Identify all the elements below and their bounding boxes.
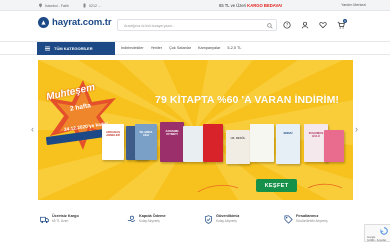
feature-subtitle: 65 TL Üzeri (52, 219, 69, 224)
truck-icon (40, 216, 49, 224)
book-cover[interactable] (250, 124, 274, 162)
search-icon[interactable] (267, 22, 273, 29)
book-cover[interactable]: İSLAMDA AİLE (135, 124, 157, 160)
banner-headline: 79 KİTAPTA %60 'A VARAN İNDİRİM! (155, 94, 340, 106)
shipping-prefix: 65 TL ve Üzeri (219, 2, 246, 8)
hand-money-icon (127, 215, 136, 223)
logo-mark-icon (38, 17, 49, 28)
campaign-banner[interactable]: Muhteşem 2 hafta 24.12.2020'ye kadar 79 … (38, 60, 353, 200)
site-logo[interactable]: hayrat.com.tr (38, 17, 112, 28)
feature-title: Fırsatlarımız (296, 214, 319, 218)
feature-security: Güvenlikimiz Kolay Alışveriş (204, 214, 239, 224)
nav-link-campaigns[interactable]: Kampanyalar (198, 46, 220, 50)
feature-title: Kapıda Ödeme (139, 214, 166, 218)
book-title: İSLAMDA AİLE (139, 130, 153, 138)
book-title: EDDAİ (283, 131, 293, 135)
book-cover[interactable]: HZ. RESÛL (226, 130, 250, 164)
feature-subtitle: Sürdürülebilir Alışveriş (296, 219, 328, 224)
feature-title: Ücretsiz Kargo (52, 214, 79, 218)
recaptcha-icon (380, 227, 388, 235)
phone-link[interactable]: 0212 ... (82, 3, 101, 8)
search-input[interactable]: Aradığınız ürünü buraya yazın... (117, 19, 277, 31)
support-icon[interactable]: ? (283, 21, 291, 29)
book-cover[interactable]: ZAMANIN KIYMETİ (160, 122, 184, 162)
feature-opportunities: Fırsatlarımız Sürdürülebilir Alışveriş (284, 214, 328, 224)
help-center-text: Yardım Merkezi (341, 3, 366, 7)
book-cover[interactable] (324, 130, 344, 162)
all-categories-button[interactable]: TÜM KATEGORİLER (37, 42, 115, 55)
feature-free-shipping: Ücretsiz Kargo 65 TL Üzeri (40, 214, 79, 224)
book-cover[interactable] (183, 126, 205, 162)
book-cover[interactable]: EDDAİ (276, 124, 300, 164)
book-title: ARKADAŞ ANNELER (106, 130, 120, 138)
main-navigation: TÜM KATEGORİLER İndirimdekiler Yeniler Ç… (0, 41, 390, 55)
tag-icon (284, 215, 293, 224)
all-categories-label: TÜM KATEGORİLER (54, 46, 93, 51)
shield-icon (204, 215, 213, 224)
discover-button[interactable]: KEŞFET (256, 179, 297, 192)
location-pin-icon (39, 3, 42, 8)
svg-text:?: ? (286, 23, 288, 28)
nav-link-new[interactable]: Yeniler (151, 46, 162, 50)
recaptcha-text: Google Gizlilik - Koşullar (367, 236, 386, 242)
feature-cash-on-delivery: Kapıda Ödeme Kolay Alışveriş (127, 214, 166, 224)
book-title: HZ. RESÛL (230, 135, 246, 140)
feature-title: Güvenlikimiz (216, 214, 240, 218)
shipping-highlight: KARGO BEDAVA! (247, 2, 283, 8)
book-cover[interactable] (203, 124, 223, 162)
nav-link-cheap[interactable]: 5-2,5 TL (227, 46, 241, 50)
book-cover[interactable]: ARKADAŞ ANNELER (102, 124, 124, 160)
nav-link-discounts[interactable]: İndirimdekiler (121, 46, 144, 50)
search-placeholder: Aradığınız ürünü buraya yazın... (124, 23, 176, 28)
favorites-heart-icon[interactable] (319, 21, 327, 29)
logo-text: hayrat.com.tr (52, 17, 112, 28)
book-title: RUHUMUN GÜLÜ (308, 130, 324, 138)
phone-text: 0212 ... (89, 3, 101, 8)
recaptcha-badge[interactable]: Google Gizlilik - Koşullar (364, 224, 390, 242)
book-title: ZAMANIN KIYMETİ (165, 129, 179, 137)
carousel-next-arrow-icon[interactable]: › (355, 124, 358, 134)
feature-subtitle: Kolay Alışveriş (139, 219, 160, 224)
nav-link-bestsellers[interactable]: Çok Satanlar (169, 46, 191, 50)
location-text: İstanbul - Fatih (45, 3, 69, 8)
menu-icon (45, 46, 50, 51)
cart-count-badge: 0 (343, 19, 347, 23)
location-selector[interactable]: İstanbul - Fatih (38, 3, 69, 8)
phone-icon (83, 3, 86, 8)
nav-links: İndirimdekiler Yeniler Çok Satanlar Kamp… (121, 46, 241, 50)
top-bar: İstanbul - Fatih 0212 ... 65 TL ve Üzeri… (0, 0, 390, 11)
feature-subtitle: Kolay Alışveriş (216, 219, 237, 224)
carousel-prev-arrow-icon[interactable]: ‹ (31, 124, 34, 134)
help-center-link[interactable]: Yardım Merkezi (341, 3, 366, 7)
user-account-icon[interactable] (301, 21, 309, 29)
shipping-notice: 65 TL ve Üzeri KARGO BEDAVA! (219, 3, 282, 8)
features-strip: Ücretsiz Kargo 65 TL Üzeri Kapıda Ödeme … (0, 210, 390, 244)
recaptcha-line2: Gizlilik - Koşullar (367, 239, 387, 242)
